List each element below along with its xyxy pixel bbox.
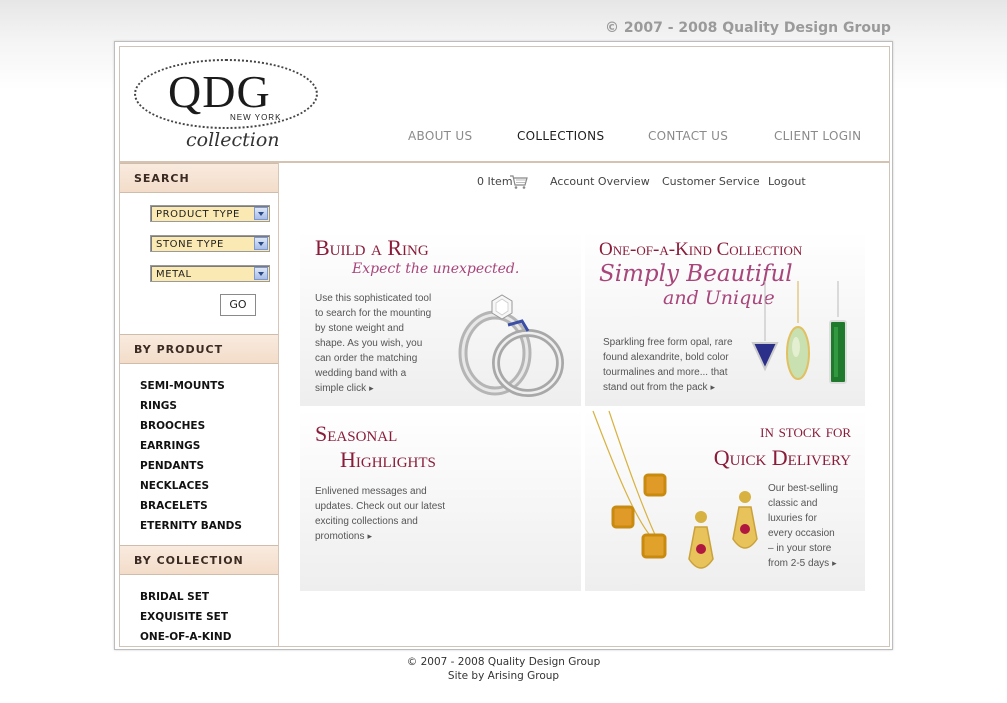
ring-image (458, 294, 564, 397)
chevron-down-icon[interactable] (254, 207, 268, 220)
delivery-link[interactable]: from 2-5 days (768, 558, 829, 569)
link-eternity-bands[interactable]: ETERNITY BANDS (140, 520, 242, 532)
text-line: Use this sophisticated tool (315, 293, 432, 304)
link-bridal-set[interactable]: BRIDAL SET (140, 591, 209, 603)
seasonal-title-2: Highlights (340, 447, 436, 472)
nav-collections[interactable]: COLLECTIONS (517, 129, 604, 143)
account-overview-link[interactable]: Account Overview (550, 175, 650, 188)
nav-about-us[interactable]: ABOUT US (408, 129, 472, 143)
stone-type-select[interactable]: STONE TYPE (150, 235, 270, 252)
build-a-ring-panel[interactable]: Build a Ring Expect the unexpected. Use … (300, 231, 581, 406)
link-necklaces[interactable]: NECKLACES (140, 480, 209, 492)
arrow-right-icon[interactable]: ▸ (711, 382, 716, 392)
text-line: can order the matching (315, 353, 418, 364)
gold-jewelry-image (592, 410, 758, 569)
in-stock-text: Our best-selling classic and luxuries fo… (768, 481, 838, 571)
text-line: luxuries for (768, 513, 817, 524)
text-line: tourmalines and more... that (603, 367, 728, 378)
text-line: Our best-selling (768, 483, 839, 494)
one-of-a-kind-text: Sparkling free form opal, rare found ale… (603, 335, 733, 395)
link-one-of-a-kind[interactable]: ONE-OF-A-KIND (140, 631, 231, 643)
link-rings[interactable]: RINGS (140, 400, 177, 412)
product-type-select[interactable]: PRODUCT TYPE (150, 205, 270, 222)
arrow-right-icon[interactable]: ▸ (367, 531, 372, 541)
seasonal-highlights-panel[interactable]: Seasonal Highlights Enlivened messages a… (300, 409, 581, 591)
promotions-link[interactable]: promotions (315, 531, 364, 542)
metal-value: METAL (156, 269, 192, 280)
go-button[interactable]: GO (220, 294, 256, 316)
chevron-down-icon[interactable] (254, 267, 268, 280)
build-a-ring-tagline: Expect the unexpected. (352, 261, 520, 277)
stone-type-value: STONE TYPE (156, 239, 224, 250)
link-semi-mounts[interactable]: SEMI-MOUNTS (140, 380, 225, 392)
stand-out-link[interactable]: stand out from the pack (603, 382, 708, 393)
link-exquisite-set[interactable]: EXQUISITE SET (140, 611, 228, 623)
page-frame: QDG NEW YORK collection ABOUT US COLLECT… (114, 41, 893, 650)
pendants-image (751, 281, 847, 384)
arrow-right-icon[interactable]: ▸ (832, 558, 837, 568)
page-inner: QDG NEW YORK collection ABOUT US COLLECT… (119, 46, 890, 647)
in-stock-title-2: Quick Delivery (713, 445, 851, 470)
customer-service-link[interactable]: Customer Service (662, 175, 760, 188)
text-line: classic and (768, 498, 818, 509)
one-of-a-kind-title: One-of-a-Kind Collection (599, 239, 803, 260)
simple-click-link[interactable]: simple click (315, 383, 366, 394)
text-line: every occasion (768, 528, 835, 539)
text-line: found alexandrite, bold color (603, 352, 729, 363)
text-line: exciting collections and (315, 516, 418, 527)
sidebar: SEARCH PRODUCT TYPE STONE TYPE METAL GO … (120, 163, 279, 646)
build-a-ring-title: Build a Ring (315, 235, 429, 260)
qdg-logo[interactable]: QDG NEW YORK collection (134, 59, 318, 157)
text-line: to search for the mounting (315, 308, 432, 319)
in-stock-title-1: in stock for (760, 421, 851, 442)
build-a-ring-text: Use this sophisticated tool to search fo… (315, 291, 431, 396)
text-line: Sparkling free form opal, rare (603, 337, 733, 348)
footer-copyright: © 2007 - 2008 Quality Design Group (406, 656, 601, 668)
chevron-down-icon[interactable] (254, 237, 268, 250)
link-earrings[interactable]: EARRINGS (140, 440, 200, 452)
logo-mark: QDG (168, 66, 271, 117)
link-brooches[interactable]: BROOCHES (140, 420, 205, 432)
nav-contact-us[interactable]: CONTACT US (648, 129, 728, 143)
footer-credit[interactable]: Site by Arising Group (0, 670, 1007, 682)
in-stock-panel[interactable]: in stock for Quick Delivery Our best-sel… (585, 409, 865, 591)
one-of-a-kind-panel[interactable]: One-of-a-Kind Collection Simply Beautifu… (585, 231, 865, 406)
text-line: Enlivened messages and (315, 486, 427, 497)
text-line: updates. Check out our latest (315, 501, 446, 512)
by-collection-heading: BY COLLECTION (120, 545, 278, 575)
logo-word: collection (186, 129, 280, 151)
link-bracelets[interactable]: BRACELETS (140, 500, 208, 512)
product-type-value: PRODUCT TYPE (156, 209, 240, 220)
by-product-heading: BY PRODUCT (120, 334, 278, 364)
seasonal-title-1: Seasonal (315, 421, 398, 446)
cart-icon[interactable] (510, 175, 528, 189)
link-pendants[interactable]: PENDANTS (140, 460, 204, 472)
text-line: – in your store (768, 543, 832, 554)
text-line: shape. As you wish, you (315, 338, 423, 349)
logo-sub: NEW YORK (230, 113, 282, 122)
search-heading: SEARCH (120, 163, 278, 193)
text-line: wedding band with a (315, 368, 407, 379)
logout-link[interactable]: Logout (768, 175, 806, 188)
text-line: by stone weight and (315, 323, 404, 334)
metal-select[interactable]: METAL (150, 265, 270, 282)
seasonal-text: Enlivened messages and updates. Check ou… (315, 484, 445, 544)
nav-client-login[interactable]: CLIENT LOGIN (774, 129, 861, 143)
arrow-right-icon[interactable]: ▸ (369, 383, 374, 393)
top-copyright: © 2007 - 2008 Quality Design Group (605, 20, 891, 36)
cart-count[interactable]: 0 Item (477, 175, 513, 188)
